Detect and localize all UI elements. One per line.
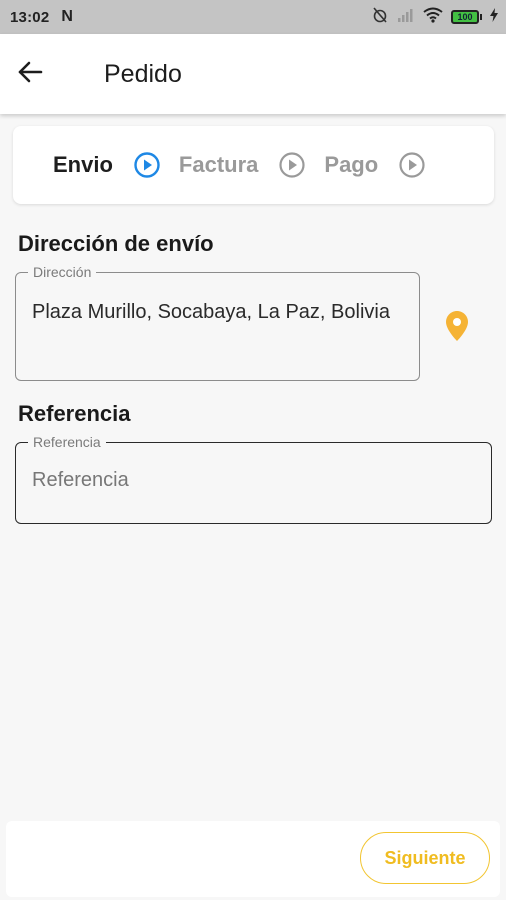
step-envio[interactable]: Envio <box>53 151 179 179</box>
status-right: 100 <box>371 6 498 28</box>
back-button[interactable] <box>2 46 58 102</box>
app-bar: Pedido <box>0 34 506 114</box>
status-left: 13:02 N <box>10 8 73 26</box>
step-factura[interactable]: Factura <box>179 151 324 179</box>
alarm-off-icon <box>371 6 389 28</box>
play-circle-icon <box>398 151 426 179</box>
shipping-section-title: Dirección de envío <box>18 231 214 256</box>
wifi-icon <box>423 7 443 27</box>
next-button[interactable]: Siguiente <box>360 832 490 884</box>
step-pago[interactable]: Pago <box>324 151 444 179</box>
address-field-label: Dirección <box>28 264 97 280</box>
charging-icon <box>490 8 498 26</box>
signal-icon <box>397 7 415 27</box>
step-label-pago: Pago <box>324 152 379 177</box>
location-pin-icon <box>445 310 469 347</box>
status-bar: 13:02 N 100 <box>0 0 506 34</box>
reference-field[interactable]: Referencia Referencia <box>15 434 492 524</box>
stepper: Envio Factura Pago <box>13 126 494 204</box>
address-value: Plaza Murillo, Socabaya, La Paz, Bolivia <box>32 301 390 323</box>
location-pin-button[interactable] <box>440 310 474 346</box>
bottom-action-bar: Siguiente <box>6 821 500 897</box>
play-circle-icon <box>133 151 161 179</box>
battery-level: 100 <box>451 10 479 24</box>
arrow-left-icon <box>17 60 43 89</box>
address-field[interactable]: Dirección Plaza Murillo, Socabaya, La Pa… <box>15 264 420 381</box>
reference-field-label: Referencia <box>28 434 106 450</box>
play-circle-icon <box>278 151 306 179</box>
notification-n-icon: N <box>61 8 73 25</box>
status-time: 13:02 <box>10 8 50 26</box>
reference-placeholder: Referencia <box>32 469 129 491</box>
page-title: Pedido <box>104 59 182 88</box>
battery-icon: 100 <box>451 10 482 24</box>
step-label-envio: Envio <box>53 152 113 177</box>
step-label-factura: Factura <box>178 152 259 177</box>
reference-section-title: Referencia <box>18 401 131 426</box>
